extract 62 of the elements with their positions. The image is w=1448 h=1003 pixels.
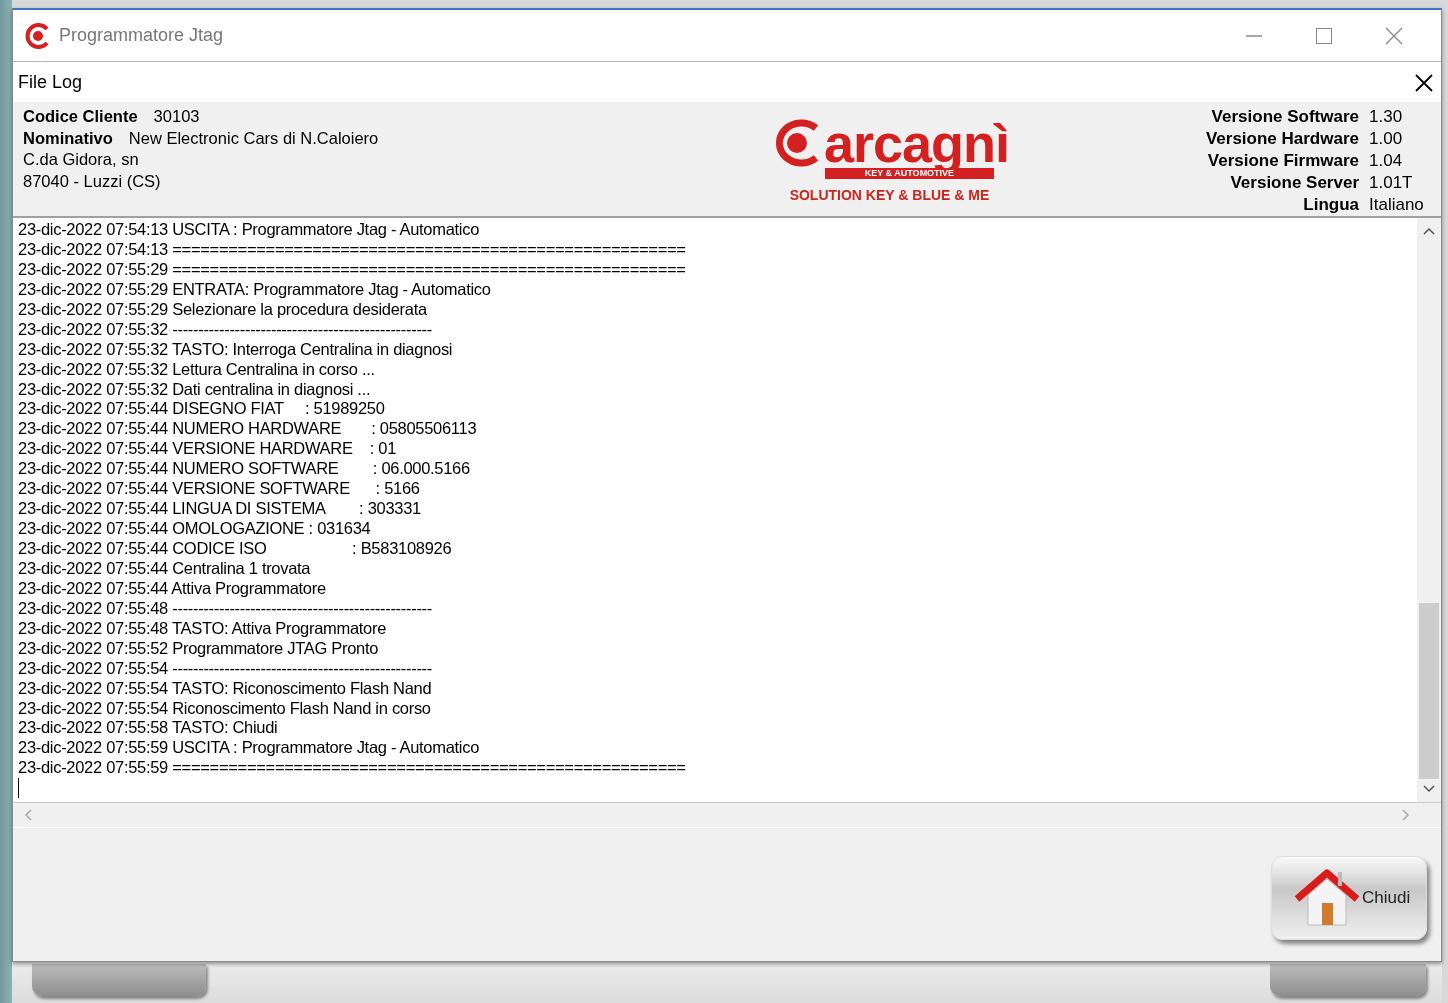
log-line: 23-dic-2022 07:55:29 Selezionare la procedura desiderata	[18, 299, 428, 320]
log-line: 23-dic-2022 07:55:58 TASTO: Chiudi	[18, 718, 279, 739]
log-line: 23-dic-2022 07:55:44 VERSIONE HARDWARE : 01	[18, 439, 398, 460]
log-line: 23-dic-2022 07:55:32 TASTO: Interroga Centralina in diagnosi	[18, 339, 454, 360]
log-line: 23-dic-2022 07:55:32 --------------------------------------------------	[18, 319, 433, 340]
version-label: Lingua	[1302, 194, 1359, 216]
log-line: 23-dic-2022 07:55:48 TASTO: Attiva Programmatore	[18, 618, 388, 639]
text-cursor	[18, 778, 19, 799]
version-value: Italiano	[1369, 194, 1425, 216]
log-line: 23-dic-2022 07:55:59 =======================================================	[18, 758, 687, 779]
version-label: Versione Firmware	[1206, 150, 1359, 172]
log-line: 23-dic-2022 07:55:32 Dati centralina in diagnosi ...	[18, 379, 372, 400]
log-line: 23-dic-2022 07:55:44 OMOLOGAZIONE : 031634	[18, 519, 372, 539]
log-line: 23-dic-2022 07:55:44 NUMERO HARDWARE : 05805506113	[18, 419, 478, 440]
version-label: Versione Server	[1229, 172, 1359, 194]
field-value: 30103	[153, 107, 200, 125]
logo-tagline: KEY & AUTOMOTIVE	[824, 168, 995, 179]
address-line: 87040 - Luzzi (CS)	[23, 170, 162, 192]
version-value: 1.00	[1369, 128, 1404, 150]
log-line: 23-dic-2022 07:55:59 USCITA : Programmatore Jtag - Automatico	[18, 738, 481, 759]
log-line: 23-dic-2022 07:55:32 Lettura Centralina in corso ...	[18, 359, 376, 380]
scroll-right-icon[interactable]	[1401, 809, 1411, 821]
close-icon	[1385, 26, 1403, 45]
field-label: Codice Cliente	[23, 107, 138, 125]
version-label: Versione Software	[1210, 106, 1359, 128]
vertical-scrollbar[interactable]	[1417, 218, 1441, 802]
close-button[interactable]: Chiudi	[1271, 856, 1427, 940]
minimize-icon	[1246, 34, 1262, 37]
window-title: Programmatore Jtag	[59, 24, 224, 47]
maximize-icon	[1316, 27, 1332, 44]
log-line: 23-dic-2022 07:55:44 Centralina 1 trovata	[18, 558, 312, 579]
dialog-title: File Log	[18, 70, 83, 94]
log-line: 23-dic-2022 07:54:13 USCITA : Programmatore Jtag - Automatico	[18, 220, 481, 240]
house-icon	[1294, 867, 1360, 929]
address-line: C.da Gidora, sn	[23, 149, 140, 170]
version-value: 1.01T	[1369, 172, 1414, 194]
horizontal-scrollbar[interactable]	[13, 803, 1441, 827]
log-line: 23-dic-2022 07:55:44 Attiva Programmatore	[18, 578, 327, 599]
log-line: 23-dic-2022 07:55:29 ENTRATA: Programmatore Jtag - Automatico	[18, 279, 492, 300]
scroll-left-icon[interactable]	[23, 809, 33, 821]
field-label: Nominativo	[23, 128, 113, 147]
log-line: 23-dic-2022 07:54:13 =======================================================	[18, 239, 687, 260]
logo-wordmark: arcagnì	[823, 120, 1009, 166]
version-value: 1.04	[1369, 150, 1404, 172]
log-line: 23-dic-2022 07:55:44 DISEGNO FIAT : 51989250	[18, 399, 386, 420]
log-line: 23-dic-2022 07:55:54 Riconoscimento Flash Nand in corso	[18, 698, 432, 719]
log-line: 23-dic-2022 07:55:29 =======================================================	[18, 259, 687, 280]
log-line: 23-dic-2022 07:55:54 --------------------------------------------------	[18, 658, 433, 679]
logo-slogan: SOLUTION KEY & BLUE & ME	[789, 186, 990, 205]
log-line: 23-dic-2022 07:55:44 LINGUA DI SISTEMA : 303331	[18, 499, 422, 520]
version-label: Versione Hardware	[1205, 128, 1359, 150]
log-line: 23-dic-2022 07:55:54 TASTO: Riconoscimento Flash Nand	[18, 678, 433, 699]
version-value: 1.30	[1369, 106, 1404, 128]
app-logo-icon	[25, 22, 51, 49]
log-line: 23-dic-2022 07:55:44 VERSIONE SOFTWARE : 5166	[18, 479, 421, 500]
close-icon	[1415, 73, 1433, 92]
log-line: 23-dic-2022 07:55:48 --------------------------------------------------	[18, 598, 433, 619]
scroll-down-icon[interactable]	[1423, 782, 1435, 794]
log-line: 23-dic-2022 07:55:44 NUMERO SOFTWARE : 06.000.5166	[18, 459, 471, 480]
field-value: New Electronic Cars di N.Caloiero	[128, 128, 379, 147]
log-line: 23-dic-2022 07:55:52 Programmatore JTAG Pronto	[18, 638, 380, 659]
log-line: 23-dic-2022 07:55:44 CODICE ISO : B583108926	[18, 539, 453, 559]
